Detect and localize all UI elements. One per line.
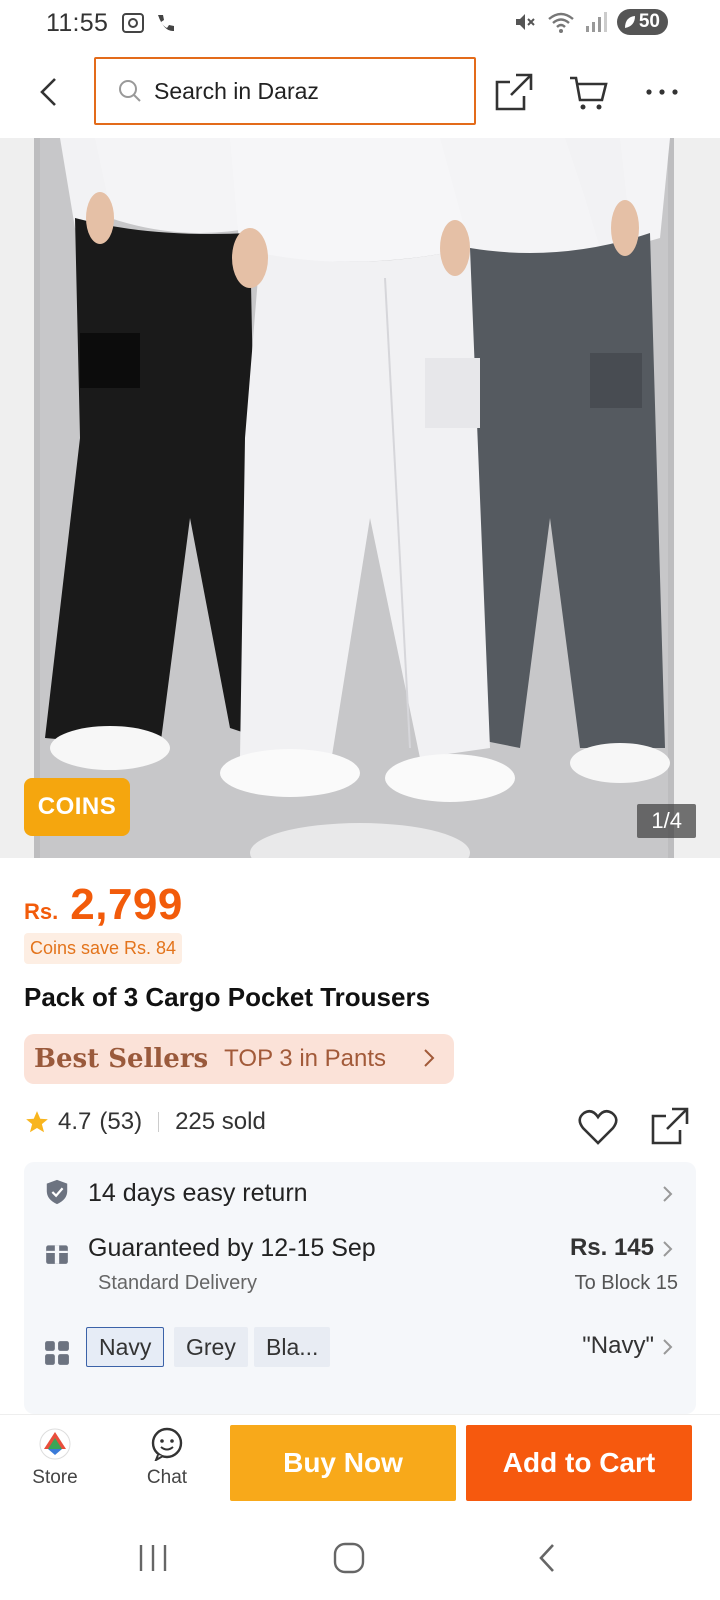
chevron-right-icon xyxy=(424,1049,435,1067)
variant-chip-navy[interactable]: Navy xyxy=(86,1327,165,1367)
store-label: Store xyxy=(32,1467,78,1488)
signal-icon xyxy=(585,12,607,32)
recent-apps-icon xyxy=(139,1545,167,1571)
chevron-right-icon xyxy=(663,1241,673,1257)
store-button[interactable]: Store xyxy=(10,1427,100,1489)
buy-now-button[interactable]: Buy Now xyxy=(230,1425,456,1501)
chevron-right-icon xyxy=(663,1186,673,1202)
gift-box-icon xyxy=(46,1245,68,1264)
shield-check-icon xyxy=(46,1179,68,1205)
battery-indicator: 50 xyxy=(616,9,668,35)
product-title: Pack of 3 Cargo Pocket Trousers xyxy=(24,982,431,1012)
star-icon xyxy=(26,1111,48,1133)
cart-icon xyxy=(570,76,608,110)
product-share-button[interactable] xyxy=(650,1106,696,1152)
return-policy-row[interactable]: 14 days easy return xyxy=(24,1162,696,1224)
rating-divider xyxy=(158,1112,160,1132)
more-options-button[interactable] xyxy=(640,70,684,114)
share-icon xyxy=(495,73,533,111)
wifi-icon xyxy=(548,12,574,33)
wishlist-button[interactable] xyxy=(578,1108,624,1150)
battery-leaf-icon xyxy=(624,16,635,28)
best-sellers-brand: Best Sellers xyxy=(34,1044,209,1074)
variants-grid-icon xyxy=(45,1341,69,1365)
image-counter: 1/4 xyxy=(637,804,696,838)
price-value: 2,799 xyxy=(70,880,183,929)
more-icon xyxy=(646,89,678,95)
heart-icon xyxy=(578,1109,618,1145)
rating-value: 4.7 xyxy=(58,1108,92,1135)
home-button[interactable] xyxy=(324,1538,374,1578)
store-logo-icon xyxy=(39,1428,71,1460)
screenshot-icon xyxy=(122,13,145,33)
status-bar: 11:55 50 xyxy=(0,0,720,46)
mute-icon xyxy=(515,14,535,30)
chat-button[interactable]: Chat xyxy=(122,1427,212,1489)
best-sellers-rank: TOP 3 in Pants xyxy=(224,1045,387,1072)
system-back-button[interactable] xyxy=(522,1538,572,1578)
variant-chip-grey[interactable]: Grey xyxy=(174,1327,248,1367)
chat-icon xyxy=(151,1427,183,1461)
best-sellers-banner[interactable]: Best Sellers TOP 3 in Pants xyxy=(24,1034,454,1084)
selected-variant: "Navy" xyxy=(582,1332,654,1359)
back-arrow-icon xyxy=(539,1544,554,1572)
battery-level: 50 xyxy=(638,11,660,32)
price-currency: Rs. xyxy=(24,899,59,924)
delivery-guarantee-text: Guaranteed by 12-15 Sep xyxy=(88,1234,376,1262)
delivery-row[interactable]: Guaranteed by 12-15 Sep Standard Deliver… xyxy=(24,1224,696,1306)
product-image-gallery[interactable] xyxy=(0,138,720,858)
recent-apps-button[interactable] xyxy=(128,1538,178,1578)
coins-badge: COINS xyxy=(24,778,130,836)
sold-count: 225 sold xyxy=(175,1108,266,1135)
status-right-icons: 50 xyxy=(513,9,668,35)
system-navigation-bar xyxy=(0,1514,720,1600)
back-button[interactable] xyxy=(30,72,66,112)
home-icon xyxy=(333,1542,365,1574)
variant-row[interactable]: Navy Grey Bla... "Navy" xyxy=(24,1318,696,1388)
return-policy-text: 14 days easy return xyxy=(88,1179,308,1207)
delivery-fee: Rs. 145 xyxy=(569,1234,654,1261)
search-icon xyxy=(119,80,141,102)
delivery-type: Standard Delivery xyxy=(98,1272,257,1294)
share-button[interactable] xyxy=(492,70,536,114)
chat-label: Chat xyxy=(146,1467,188,1488)
chevron-left-icon xyxy=(40,78,56,106)
product-photo xyxy=(0,138,720,858)
delivery-location: To Block 15 xyxy=(574,1272,678,1294)
add-to-cart-button[interactable]: Add to Cart xyxy=(466,1425,692,1501)
price: Rs. 2,799 xyxy=(24,880,183,930)
cart-button[interactable] xyxy=(566,70,610,114)
status-notification-icons xyxy=(120,11,176,35)
top-navigation-bar: Search in Daraz xyxy=(0,46,720,138)
chevron-right-icon xyxy=(663,1339,673,1355)
coins-save-badge: Coins save Rs. 84 xyxy=(24,933,183,964)
status-time: 11:55 xyxy=(46,8,109,37)
review-count: (53) xyxy=(99,1108,143,1135)
rating-row[interactable]: 4.7 (53) 225 sold xyxy=(24,1108,266,1136)
search-placeholder: Search in Daraz xyxy=(154,77,319,104)
variant-chip-black[interactable]: Bla... xyxy=(254,1327,331,1367)
bottom-action-bar: Store Chat Buy Now Add to Cart xyxy=(0,1414,720,1514)
call-icon xyxy=(158,15,175,32)
delivery-info-card: 14 days easy return Guaranteed by 12-15 … xyxy=(24,1162,696,1414)
search-input[interactable]: Search in Daraz xyxy=(94,57,476,125)
share-icon xyxy=(651,1107,689,1145)
